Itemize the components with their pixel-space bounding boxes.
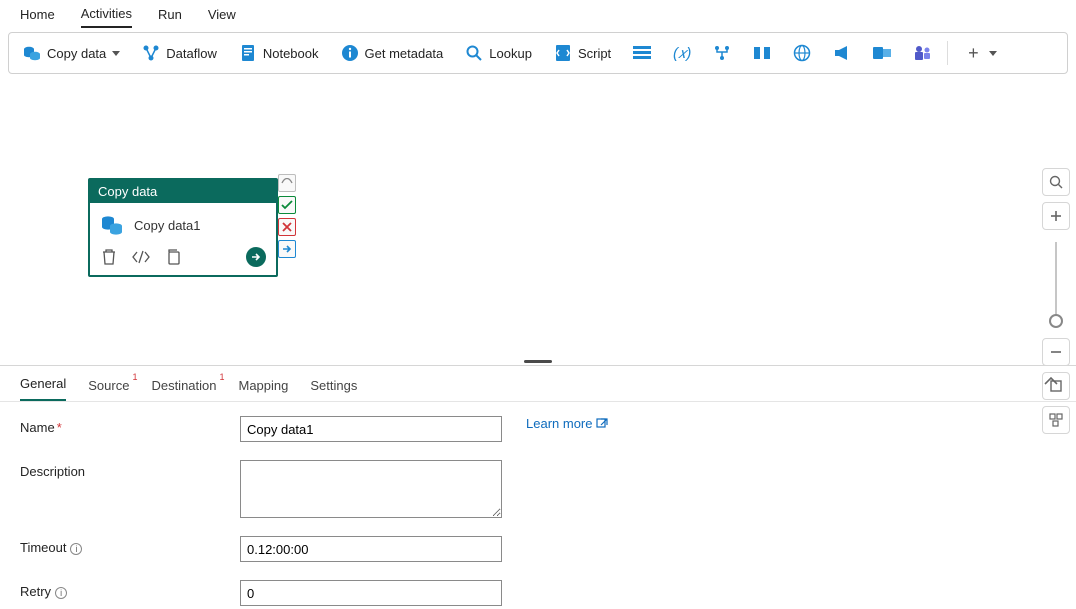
rail-zoom-slider[interactable] (1042, 236, 1070, 332)
label-retry: Retryi (20, 580, 230, 599)
activity-handles (278, 174, 298, 258)
panel-tab-destination-label: Destination (151, 378, 216, 393)
code-button[interactable] (132, 248, 150, 266)
label-timeout: Timeouti (20, 536, 230, 555)
activities-toolbar: Copy data Dataflow Notebook Get metadata… (8, 32, 1068, 74)
source-badge: 1 (132, 372, 137, 382)
info-icon: i (55, 587, 67, 599)
plus-icon: + (964, 43, 983, 64)
globe-icon (793, 44, 811, 62)
handle-success[interactable] (278, 196, 296, 214)
toolbar-copy-data[interactable]: Copy data (15, 40, 128, 66)
panel-tab-settings[interactable]: Settings (310, 378, 357, 401)
search-icon (465, 44, 483, 62)
name-field[interactable] (240, 416, 502, 442)
toolbar-notebook[interactable]: Notebook (231, 40, 327, 66)
info-icon: i (70, 543, 82, 555)
rail-search[interactable] (1042, 168, 1070, 196)
panel-tabs: General Source1 Destination1 Mapping Set… (0, 366, 1076, 402)
label-name: Name* (20, 416, 230, 435)
toolbar-get-metadata[interactable]: Get metadata (333, 40, 452, 66)
activity-card[interactable]: Copy data Copy data1 (88, 178, 278, 277)
tab-view[interactable]: View (208, 7, 236, 27)
toolbar-icon-3[interactable] (705, 40, 739, 66)
copy-data-icon (100, 213, 124, 237)
activity-name: Copy data1 (134, 218, 201, 233)
tab-home[interactable]: Home (20, 7, 55, 27)
toolbar-notebook-label: Notebook (263, 46, 319, 61)
toolbar-copy-data-label: Copy data (47, 46, 106, 61)
copy-data-icon (23, 44, 41, 62)
timeout-field[interactable] (240, 536, 502, 562)
delete-button[interactable] (100, 248, 118, 266)
canvas[interactable]: Copy data Copy data1 (0, 78, 1076, 361)
megaphone-icon (833, 44, 851, 62)
rail-zoom-in[interactable] (1042, 202, 1070, 230)
general-form: Name* Learn more Description Timeouti Re… (0, 402, 1076, 609)
panel-tab-destination[interactable]: Destination1 (151, 378, 216, 401)
tab-run[interactable]: Run (158, 7, 182, 27)
list-icon (633, 44, 651, 62)
toolbar-add[interactable]: + (956, 39, 1005, 68)
toolbar-icon-4[interactable] (745, 40, 779, 66)
toolbar-lookup[interactable]: Lookup (457, 40, 540, 66)
dataflow-icon (142, 44, 160, 62)
handle-skip[interactable] (278, 174, 296, 192)
teams-icon (913, 44, 931, 62)
panel-collapse[interactable] (1044, 376, 1058, 386)
toolbar-icon-8[interactable] (905, 40, 939, 66)
align-icon (753, 44, 771, 62)
toolbar-get-metadata-label: Get metadata (365, 46, 444, 61)
toolbar-script[interactable]: Script (546, 40, 619, 66)
variable-icon: (𝑥) (673, 44, 691, 62)
handle-completion[interactable] (278, 240, 296, 258)
notebook-icon (239, 44, 257, 62)
toolbar-separator (947, 41, 948, 65)
tab-activities[interactable]: Activities (81, 6, 132, 28)
panel-tab-source[interactable]: Source1 (88, 378, 129, 401)
chevron-down-icon (112, 51, 120, 56)
copy-button[interactable] (164, 248, 182, 266)
activity-body: Copy data1 (90, 203, 276, 243)
toolbar-dataflow-label: Dataflow (166, 46, 217, 61)
panel-tab-general[interactable]: General (20, 376, 66, 401)
script-icon (554, 44, 572, 62)
learn-more-link[interactable]: Learn more (526, 416, 608, 431)
description-field[interactable] (240, 460, 502, 518)
panel-tab-source-label: Source (88, 378, 129, 393)
toolbar-script-label: Script (578, 46, 611, 61)
chevron-down-icon (989, 51, 997, 56)
properties-panel: General Source1 Destination1 Mapping Set… (0, 365, 1076, 609)
handle-fail[interactable] (278, 218, 296, 236)
retry-field[interactable] (240, 580, 502, 606)
toolbar-icon-5[interactable] (785, 40, 819, 66)
toolbar-icon-6[interactable] (825, 40, 859, 66)
activity-header: Copy data (90, 180, 276, 203)
panel-resize-handle[interactable] (0, 360, 1076, 364)
toolbar-icon-7[interactable] (865, 40, 899, 66)
toolbar-dataflow[interactable]: Dataflow (134, 40, 225, 66)
toolbar-lookup-label: Lookup (489, 46, 532, 61)
top-tabs: Home Activities Run View (0, 0, 1076, 28)
toolbar-icon-2[interactable]: (𝑥) (665, 40, 699, 66)
panel-tab-mapping[interactable]: Mapping (239, 378, 289, 401)
outlook-icon (873, 44, 891, 62)
activity-footer (90, 243, 276, 275)
info-icon (341, 44, 359, 62)
branch-icon (713, 44, 731, 62)
run-arrow-button[interactable] (246, 247, 266, 267)
label-description: Description (20, 460, 230, 479)
toolbar-icon-1[interactable] (625, 40, 659, 66)
destination-badge: 1 (219, 372, 224, 382)
